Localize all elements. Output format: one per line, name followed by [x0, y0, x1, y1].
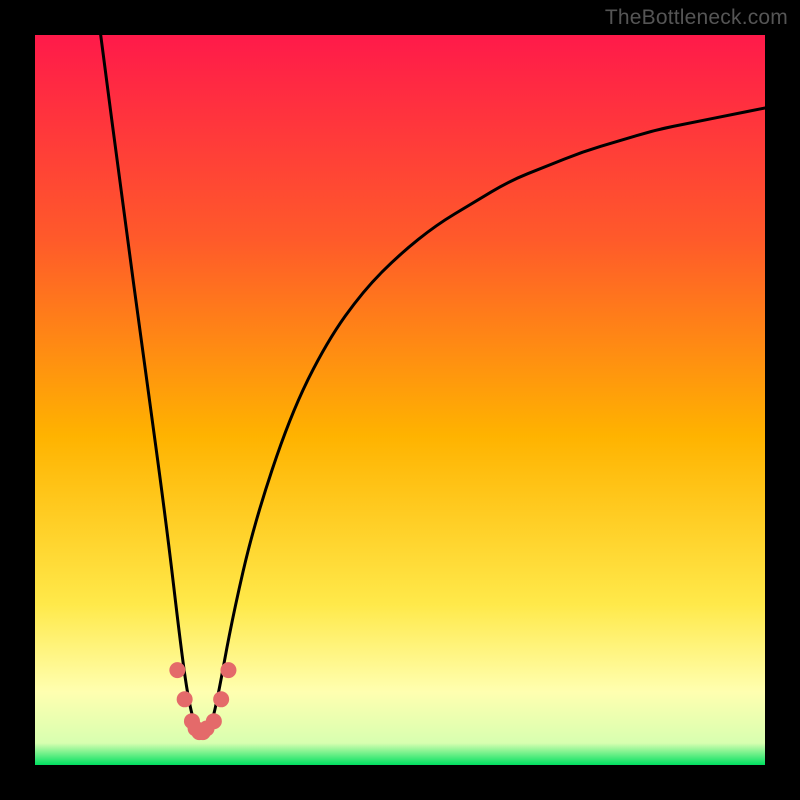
optimum-marker [177, 691, 193, 707]
optimum-marker-cluster [169, 662, 236, 740]
bottleneck-curve [101, 35, 765, 734]
optimum-marker [220, 662, 236, 678]
optimum-marker [169, 662, 185, 678]
optimum-marker [206, 713, 222, 729]
plot-area [35, 35, 765, 765]
watermark-text: TheBottleneck.com [605, 6, 788, 30]
outer-frame: TheBottleneck.com [0, 0, 800, 800]
optimum-marker [213, 691, 229, 707]
chart-svg [35, 35, 765, 765]
